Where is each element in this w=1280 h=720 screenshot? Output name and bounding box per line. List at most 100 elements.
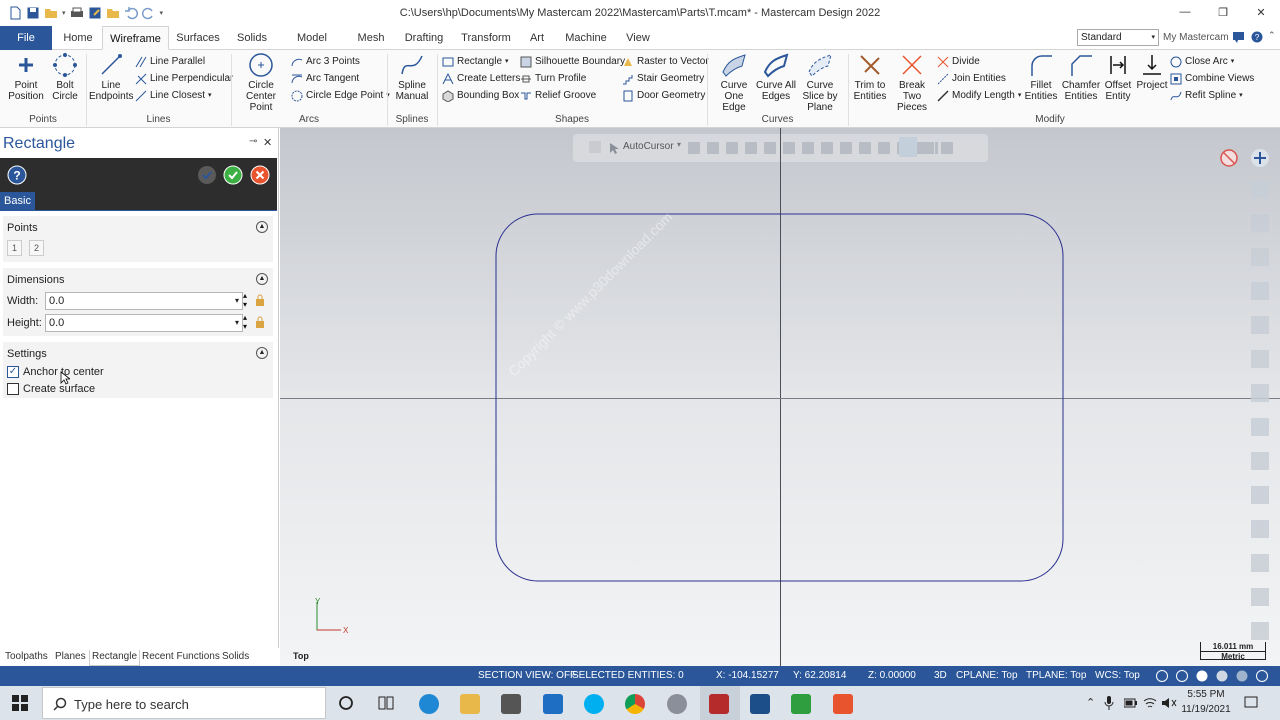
line-perpendicular-button[interactable]: Line Perpendicular	[135, 71, 233, 87]
chevron-down-icon[interactable]: ▾	[235, 293, 239, 309]
tab-transform[interactable]: Transform	[461, 26, 511, 50]
curve-slice-by-plane-button[interactable]: Curve Slice by Plane	[796, 52, 844, 113]
tab-model-prep[interactable]: Model Prep	[284, 26, 340, 68]
chamfer-entities-button[interactable]: Chamfer Entities	[1060, 52, 1102, 102]
divide-button[interactable]: Divide	[937, 54, 980, 70]
help-icon[interactable]: ?	[7, 165, 27, 185]
tplane-status[interactable]: TPLANE: Top	[1026, 670, 1086, 681]
collapse-icon[interactable]: ▲	[256, 221, 268, 233]
rounded-rectangle-geometry[interactable]	[494, 212, 1066, 584]
notification-icon[interactable]	[1244, 696, 1258, 710]
line-endpoints-button[interactable]: Line Endpoints	[89, 52, 133, 102]
line-parallel-button[interactable]: Line Parallel	[135, 54, 205, 70]
cortana-icon[interactable]	[338, 695, 354, 711]
create-letters-button[interactable]: Create Letters	[442, 71, 520, 87]
battery-icon[interactable]	[1124, 697, 1138, 709]
width-lock-icon[interactable]	[255, 294, 265, 306]
camtasia-icon[interactable]	[791, 694, 811, 714]
configuration-select[interactable]: Standard ▾	[1077, 29, 1159, 46]
pin-icon[interactable]: ⊸	[249, 136, 257, 147]
store-icon[interactable]	[501, 694, 521, 714]
modify-length-button[interactable]: Modify Length ▾	[937, 88, 1021, 104]
tab-recent-functions[interactable]: Recent Functions	[140, 650, 222, 666]
tab-wireframe[interactable]: Wireframe	[102, 26, 169, 50]
fillet-entities-button[interactable]: Fillet Entities	[1022, 52, 1060, 102]
collapse-icon[interactable]: ▲	[256, 273, 268, 285]
height-stepper[interactable]: ▴ ▾	[243, 313, 247, 331]
curve-all-edges-button[interactable]: Curve All Edges	[756, 52, 796, 102]
cancel-icon[interactable]	[250, 165, 270, 185]
project-button[interactable]: Project	[1135, 52, 1169, 91]
no-entry-icon[interactable]	[1219, 148, 1239, 168]
arc-3-points-button[interactable]: Arc 3 Points	[291, 54, 360, 70]
wifi-icon[interactable]	[1143, 696, 1157, 710]
tab-machine[interactable]: Machine	[563, 26, 609, 50]
stair-geometry-button[interactable]: Stair Geometry	[622, 71, 704, 87]
arc-tangent-button[interactable]: Arc Tangent	[291, 71, 359, 87]
z-coordinate[interactable]: Z: 0.00000	[868, 670, 916, 681]
view-mode-icons[interactable]	[1155, 669, 1275, 683]
help-icon[interactable]: ?	[1251, 31, 1263, 43]
tab-solids[interactable]: Solids	[234, 26, 270, 50]
app-icon[interactable]	[667, 694, 687, 714]
line-closest-button[interactable]: Line Closest ▾	[135, 88, 212, 104]
chevron-down-icon[interactable]: ▾	[677, 140, 681, 149]
section-view-status[interactable]: SECTION VIEW: OFF	[478, 670, 576, 681]
photos-icon[interactable]	[750, 694, 770, 714]
wcs-status[interactable]: WCS: Top	[1095, 670, 1140, 681]
create-surface-checkbox[interactable]	[7, 383, 19, 395]
offset-entity-button[interactable]: Offset Entity	[1102, 52, 1134, 102]
skype-icon[interactable]	[584, 694, 604, 714]
trim-to-entities-button[interactable]: Trim to Entities	[850, 52, 890, 102]
circle-center-point-button[interactable]: Circle Center Point	[234, 52, 288, 113]
mode-3d[interactable]: 3D	[934, 670, 947, 681]
tab-surfaces[interactable]: Surfaces	[176, 26, 220, 50]
speaker-icon[interactable]	[1161, 696, 1177, 710]
close-arc-button[interactable]: Close Arc ▾	[1170, 54, 1234, 70]
tab-home[interactable]: Home	[58, 26, 98, 50]
width-field[interactable]: 0.0 ▾	[45, 292, 243, 310]
curve-one-edge-button[interactable]: Curve One Edge	[712, 52, 756, 113]
refit-spline-button[interactable]: Refit Spline ▾	[1170, 88, 1243, 104]
relief-groove-button[interactable]: Relief Groove	[520, 88, 596, 104]
tab-basic[interactable]: Basic	[0, 192, 35, 210]
point-2-button[interactable]: 2	[29, 240, 44, 256]
tab-solids-manager[interactable]: Solids	[220, 650, 251, 666]
height-lock-icon[interactable]	[255, 316, 265, 328]
panel-close-icon[interactable]: ✕	[263, 136, 272, 149]
close-icon[interactable]: ✕	[1242, 0, 1280, 24]
clock-date[interactable]: 11/19/2021	[1181, 704, 1231, 715]
point-1-button[interactable]: 1	[7, 240, 22, 256]
join-entities-button[interactable]: Join Entities	[937, 71, 1006, 87]
selection-tools-icons[interactable]	[922, 142, 960, 154]
help-comment-icon[interactable]	[1232, 31, 1245, 43]
file-explorer-icon[interactable]	[460, 694, 480, 714]
raster-to-vector-button[interactable]: Raster to Vector	[622, 54, 709, 70]
windows-start-icon[interactable]	[12, 695, 28, 711]
tray-chevron-icon[interactable]: ⌃	[1086, 696, 1095, 709]
tab-mesh[interactable]: Mesh	[355, 26, 387, 50]
height-field[interactable]: 0.0 ▾	[45, 314, 243, 332]
chrome-icon[interactable]	[625, 694, 645, 714]
collapse-icon[interactable]: ▲	[256, 347, 268, 359]
lock-icon[interactable]	[589, 141, 601, 153]
tab-file[interactable]: File	[0, 26, 52, 50]
bolt-circle-button[interactable]: Bolt Circle	[50, 52, 80, 102]
combine-views-button[interactable]: Combine Views	[1170, 71, 1254, 87]
tab-art[interactable]: Art	[526, 26, 548, 50]
view-tools-icons[interactable]	[1251, 180, 1269, 640]
cplane-status[interactable]: CPLANE: Top	[956, 670, 1018, 681]
bounding-box-button[interactable]: Bounding Box	[442, 88, 519, 104]
door-geometry-button[interactable]: Door Geometry	[622, 88, 705, 104]
silhouette-boundary-button[interactable]: Silhouette Boundary	[520, 54, 625, 70]
clock-time[interactable]: 5:55 PM	[1184, 689, 1228, 700]
snap-grid-icon[interactable]	[899, 137, 917, 157]
anchor-to-center-checkbox[interactable]: ✓	[7, 366, 19, 378]
autocursor-icon[interactable]	[607, 141, 621, 155]
chevron-down-icon[interactable]: ▾	[235, 315, 239, 331]
mastercam-icon[interactable]	[709, 694, 729, 714]
tab-view[interactable]: View	[624, 26, 652, 50]
spline-manual-button[interactable]: Spline Manual	[390, 52, 434, 102]
autocursor-label[interactable]: AutoCursor	[623, 141, 674, 152]
edge-browser-icon[interactable]	[419, 694, 439, 714]
